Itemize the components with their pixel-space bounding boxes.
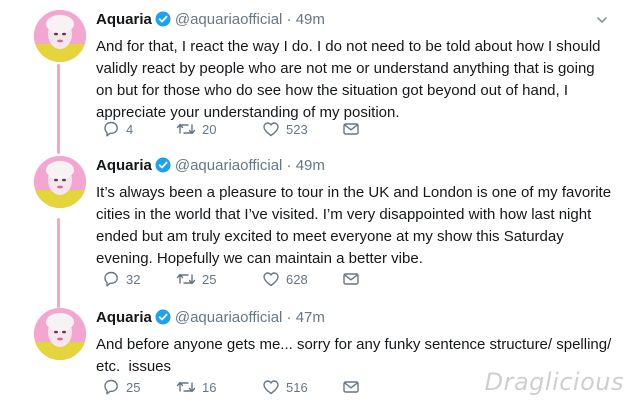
separator-dot: ·: [286, 157, 292, 174]
like-button[interactable]: 628: [262, 270, 308, 290]
user-handle[interactable]: @aquariaofficial: [175, 11, 283, 28]
dm-button[interactable]: [342, 378, 360, 398]
retweet-count: 16: [202, 380, 217, 395]
retweet-button[interactable]: 25: [176, 270, 216, 290]
like-count: 516: [286, 380, 308, 395]
retweet-icon: [176, 272, 196, 287]
tweet-actions: 4 20 523: [96, 120, 366, 140]
display-name[interactable]: Aquaria: [96, 309, 152, 326]
retweet-icon: [176, 122, 196, 137]
like-count: 523: [286, 122, 308, 137]
reply-icon: [102, 121, 120, 137]
timestamp[interactable]: 47m: [296, 309, 325, 326]
avatar[interactable]: [34, 308, 86, 360]
chevron-down-icon[interactable]: [592, 10, 612, 30]
verified-badge-icon: [155, 309, 171, 331]
separator-dot: ·: [286, 309, 292, 326]
verified-badge-icon: [155, 157, 171, 179]
reply-button[interactable]: 4: [102, 120, 133, 140]
tweet-text: And for that, I react the way I do. I do…: [96, 38, 605, 121]
timestamp[interactable]: 49m: [296, 157, 325, 174]
reply-icon: [102, 271, 120, 287]
user-handle[interactable]: @aquariaofficial: [175, 157, 283, 174]
heart-icon: [262, 272, 280, 287]
heart-icon: [262, 122, 280, 137]
reply-icon: [102, 379, 120, 395]
reply-button[interactable]: 32: [102, 270, 140, 290]
avatar[interactable]: [34, 10, 86, 62]
tweet-actions: 25 16 516: [96, 378, 366, 398]
retweet-button[interactable]: 16: [176, 378, 216, 398]
display-name[interactable]: Aquaria: [96, 11, 152, 28]
retweet-count: 20: [202, 122, 217, 137]
user-handle[interactable]: @aquariaofficial: [175, 309, 283, 326]
display-name[interactable]: Aquaria: [96, 157, 152, 174]
thread-connector: [57, 64, 60, 154]
watermark-logo: Draglicious: [484, 368, 624, 396]
reply-count: 4: [126, 122, 134, 137]
retweet-count: 25: [202, 272, 217, 287]
avatar[interactable]: [34, 156, 86, 208]
timestamp[interactable]: 49m: [296, 11, 325, 28]
heart-icon: [262, 380, 280, 395]
dm-button[interactable]: [342, 120, 360, 140]
thread-connector: [57, 218, 60, 308]
reply-button[interactable]: 25: [102, 378, 140, 398]
like-button[interactable]: 523: [262, 120, 308, 140]
reply-count: 32: [126, 272, 141, 287]
envelope-icon: [342, 380, 360, 395]
like-count: 628: [286, 272, 308, 287]
like-button[interactable]: 516: [262, 378, 308, 398]
envelope-icon: [342, 272, 360, 287]
tweet-text: It’s always been a pleasure to tour in t…: [96, 184, 616, 267]
tweet-actions: 32 25 628: [96, 270, 366, 290]
verified-badge-icon: [155, 11, 171, 33]
retweet-icon: [176, 380, 196, 395]
separator-dot: ·: [286, 11, 292, 28]
dm-button[interactable]: [342, 270, 360, 290]
envelope-icon: [342, 122, 360, 137]
reply-count: 25: [126, 380, 141, 395]
retweet-button[interactable]: 20: [176, 120, 216, 140]
